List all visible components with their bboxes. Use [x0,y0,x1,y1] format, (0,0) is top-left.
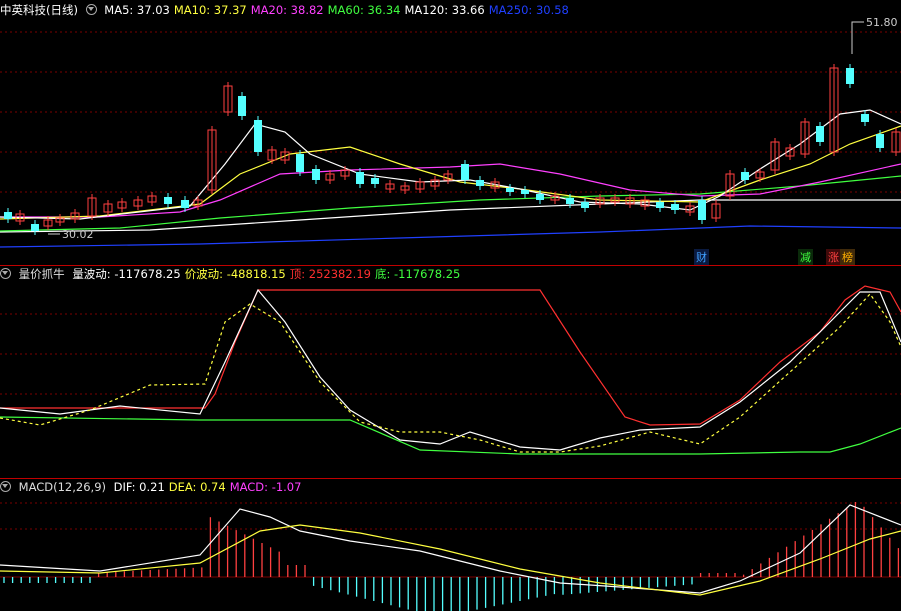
ind1-value-2: 顶: 252382.19 [289,267,371,281]
ind1-value-0: 量波动: -117678.25 [72,267,181,281]
candle-down [656,202,664,208]
macd-value-2: MACD: -1.07 [229,480,302,494]
macd-header: MACD(12,26,9) DIF: 0.21 DEA: 0.74 MACD: -1… [0,479,309,495]
high-marker [851,21,864,54]
indicator-options-icon[interactable] [0,481,11,492]
candle-down [566,198,574,204]
reduce-holding-tag[interactable]: 减 [798,249,813,265]
ma60-line [0,175,901,232]
candle-down [671,204,679,210]
ranking-tag[interactable]: 榜 [840,249,855,265]
candle-down [698,200,706,220]
macd-name: MACD(12,26,9) [18,480,106,494]
candle-down [846,68,854,84]
price-wave-line [0,293,901,453]
ma10-line [0,125,901,220]
dea-line [0,524,901,596]
dif-line [0,504,901,594]
candle-down [461,164,469,180]
candle-down [506,188,514,192]
candle-down [861,114,869,122]
ind1-value-3: 底: -117678.25 [374,267,461,281]
candle-down [581,202,589,208]
candle-down [356,172,364,184]
macd-chart [0,501,901,611]
bottom-line [0,416,901,455]
finance-event-tag[interactable]: 财 [694,249,709,265]
candle-down [296,154,304,172]
high-price-label: 51.80 [866,16,898,29]
ma20-line [0,163,901,218]
ma5-line [0,109,901,220]
candle-down [371,178,379,184]
candle-down [521,190,529,194]
candle-down [876,134,884,148]
rise-tag[interactable]: 涨 [826,249,841,265]
candle-down [476,180,484,186]
indicator1-chart [0,285,901,455]
candle-down [31,224,39,231]
ma250-line [0,225,901,248]
candle-down [312,169,320,180]
top-line [0,285,901,426]
macd-value-1: DEA: 0.74 [168,480,226,494]
candle-down [536,194,544,200]
macd-value-0: DIF: 0.21 [113,480,165,494]
low-price-label: 30.02 [62,228,94,241]
candle-down [238,96,246,116]
indicator-options-icon[interactable] [0,268,11,279]
candle-down [181,200,189,208]
price-chart: 51.80 30.02 [0,16,901,248]
ma120-line [0,199,901,233]
candle-down [741,172,749,180]
candle-down [4,212,12,219]
candle-down [164,197,172,204]
indicator1-header: 量价抓牛 量波动: -117678.25 价波动: -48818.15 顶: 252… [0,266,468,282]
indicator1-name: 量价抓牛 [18,267,65,281]
candle-down [816,126,824,142]
candle-down [254,120,262,152]
ind1-value-1: 价波动: -48818.15 [184,267,286,281]
